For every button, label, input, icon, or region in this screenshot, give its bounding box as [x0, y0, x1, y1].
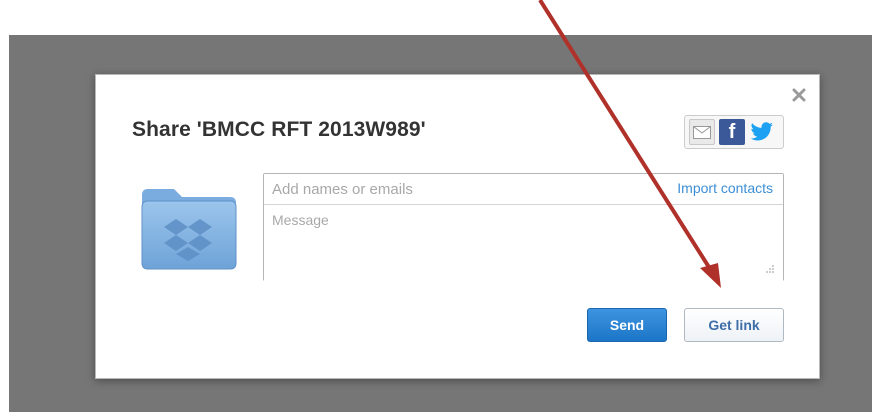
share-dialog: Share 'BMCC RFT 2013W989' f Add names or… [95, 74, 820, 379]
share-twitter-button[interactable] [749, 119, 775, 145]
facebook-icon: f [728, 120, 736, 143]
share-form: Import contacts [263, 173, 784, 281]
message-input[interactable] [264, 206, 783, 281]
get-link-button[interactable]: Get link [684, 308, 784, 342]
send-button[interactable]: Send [587, 308, 667, 342]
resize-grip-icon[interactable] [765, 264, 775, 274]
close-button[interactable] [789, 85, 809, 105]
close-icon [792, 88, 806, 102]
import-contacts-link[interactable]: Import contacts [677, 180, 773, 196]
shared-folder-icon [138, 181, 238, 271]
email-icon [693, 125, 711, 139]
share-email-button[interactable] [689, 119, 715, 145]
screen: Share 'BMCC RFT 2013W989' f Add names or… [0, 0, 872, 412]
social-share-bar: f [684, 115, 784, 149]
twitter-icon [750, 122, 773, 141]
dialog-title: Share 'BMCC RFT 2013W989' [132, 118, 426, 141]
share-facebook-button[interactable]: f [719, 119, 745, 145]
